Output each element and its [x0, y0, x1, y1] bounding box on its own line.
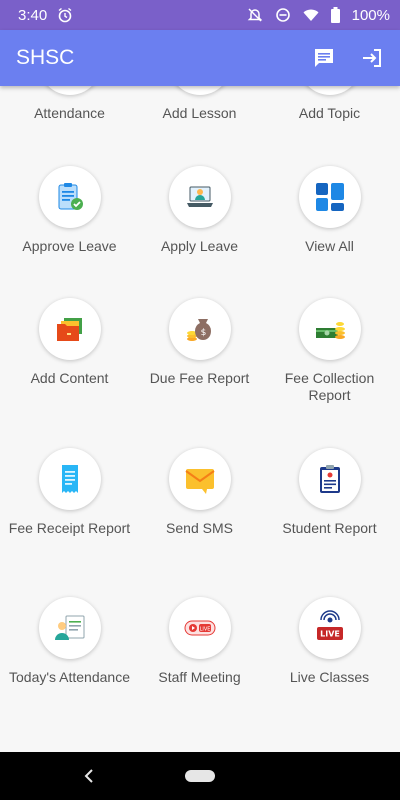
tile-icon-circle: [38, 166, 101, 228]
svg-text:LIVE: LIVE: [320, 630, 340, 639]
back-icon[interactable]: [82, 766, 96, 786]
battery-percent: 100%: [351, 6, 390, 24]
envelope-icon: [184, 469, 215, 494]
cash-stack-icon: [315, 322, 345, 339]
alarm-icon: [57, 7, 73, 23]
tile-label: Send SMS: [166, 520, 233, 536]
tile-live-classes[interactable]: LIVE Live Classes: [263, 597, 396, 686]
tile-label: Add Lesson: [162, 105, 237, 121]
dashboard-grid: Attendance Add Lesson Add Topic Approve …: [0, 86, 400, 752]
tile-icon-circle: [298, 298, 361, 360]
app-bar: SHSC: [0, 30, 400, 86]
do-not-disturb-icon: [275, 7, 291, 23]
tile-icon-circle: [38, 86, 101, 95]
tile-label: Approve Leave: [22, 238, 117, 254]
tile-attendance[interactable]: Attendance: [3, 86, 136, 122]
tile-add-lesson[interactable]: Add Lesson: [133, 86, 266, 122]
chat-icon[interactable]: [312, 46, 336, 70]
tile-label: Due Fee Report: [149, 370, 250, 386]
notifications-off-icon: [247, 7, 263, 23]
live-video-icon: LIVE: [184, 620, 215, 636]
tile-student-report[interactable]: Student Report: [263, 448, 396, 537]
grid-icon: [315, 183, 344, 211]
tile-due-fee-report[interactable]: $ Due Fee Report: [133, 298, 266, 387]
live-broadcast-icon: LIVE: [316, 610, 343, 640]
report-clipboard-icon: [319, 465, 340, 493]
tile-icon-circle: LIVE: [168, 597, 231, 659]
tile-view-all[interactable]: View All: [263, 166, 396, 255]
tile-label: Attendance: [34, 105, 105, 121]
tile-icon-circle: [38, 298, 101, 360]
battery-icon: [330, 7, 340, 23]
tile-label: Apply Leave: [160, 238, 239, 254]
tile-label: Add Topic: [298, 105, 361, 121]
tile-todays-attendance[interactable]: Today's Attendance: [3, 597, 136, 686]
status-bar: 3:40 100%: [0, 0, 400, 30]
tile-icon-circle: LIVE: [298, 597, 361, 659]
receipt-icon: [61, 465, 78, 493]
tile-icon-circle: [298, 448, 361, 510]
tile-icon-circle: [168, 448, 231, 510]
tile-label: Fee Receipt Report: [8, 520, 131, 536]
home-pill[interactable]: [185, 770, 215, 782]
status-time: 3:40: [18, 6, 48, 24]
folder-icon: [56, 318, 82, 341]
tile-icon-circle: [38, 597, 101, 659]
tile-add-topic[interactable]: Add Topic: [263, 86, 396, 122]
clipboard-check-icon: [58, 183, 83, 210]
laptop-user-icon: [186, 186, 213, 207]
svg-text:LIVE: LIVE: [199, 626, 210, 632]
tile-send-sms[interactable]: Send SMS: [133, 448, 266, 537]
tile-icon-circle: [168, 166, 231, 228]
tile-staff-meeting[interactable]: LIVE Staff Meeting: [133, 597, 266, 686]
tile-apply-leave[interactable]: Apply Leave: [133, 166, 266, 255]
attendance-person-icon: [54, 615, 84, 640]
wifi-icon: [303, 7, 319, 23]
tile-icon-circle: [38, 448, 101, 510]
tile-label: Add Content: [30, 370, 109, 386]
tile-fee-collection-report[interactable]: Fee Collection Report: [263, 298, 396, 404]
tile-label: Student Report: [282, 520, 377, 536]
tile-fee-receipt-report[interactable]: Fee Receipt Report: [3, 448, 136, 537]
tile-label: Today's Attendance: [9, 669, 130, 685]
app-title: SHSC: [16, 46, 75, 69]
tile-icon-circle: [298, 86, 361, 95]
tile-add-content[interactable]: Add Content: [3, 298, 136, 387]
navigation-bar: [0, 752, 400, 800]
tile-icon-circle: [168, 86, 231, 95]
tile-label: Staff Meeting: [158, 669, 241, 685]
tile-label: Fee Collection Report: [284, 370, 375, 403]
tile-label: Live Classes: [289, 669, 370, 685]
tile-icon-circle: [298, 166, 361, 228]
money-bag-icon: $: [186, 319, 211, 341]
tile-label: View All: [305, 238, 354, 254]
tile-icon-circle: $: [168, 298, 231, 360]
logout-icon[interactable]: [360, 46, 384, 70]
svg-text:$: $: [200, 328, 206, 338]
tile-approve-leave[interactable]: Approve Leave: [3, 166, 136, 255]
